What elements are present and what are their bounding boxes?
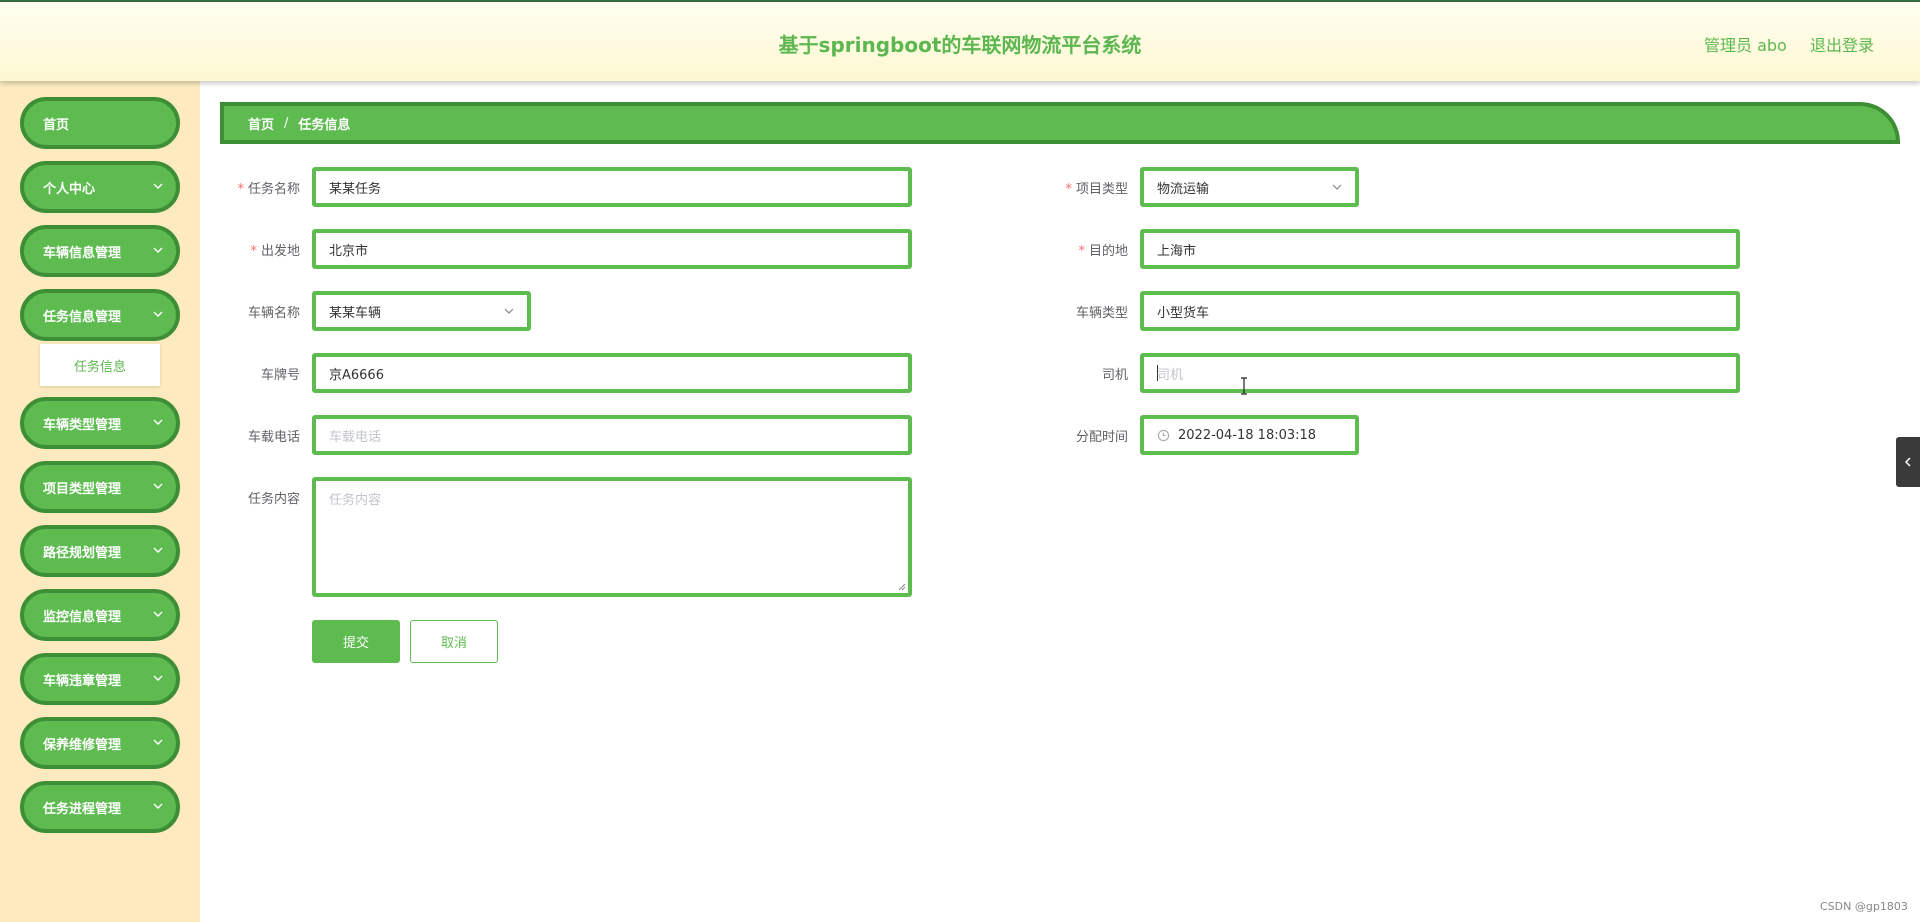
chevron-down-icon (504, 308, 514, 314)
watermark: CSDN @gp1803 (1820, 900, 1908, 913)
destination-label: * 目的地 (1078, 244, 1128, 259)
sidebar-item-label: 路径规划管理 (43, 545, 122, 561)
breadcrumb-home[interactable]: 首页 (248, 114, 274, 133)
sidebar-item-label: 监控信息管理 (43, 609, 122, 625)
chevron-down-icon (153, 611, 163, 617)
app-title: 基于springboot的车联网物流平台系统 (778, 33, 1142, 57)
text-caret (1157, 365, 1158, 381)
sidebar-item-label: 车辆违章管理 (43, 673, 122, 689)
vehicle-name-label: 车辆名称 (247, 306, 300, 321)
side-panel-toggle[interactable] (1896, 437, 1920, 487)
top-header: 基于springboot的车联网物流平台系统 管理员 abo 退出登录 (0, 0, 1920, 81)
content-textarea[interactable]: 任务内容 (312, 477, 912, 597)
phone-placeholder: 车载电话 (329, 429, 382, 445)
sidebar-item-label: 任务信息管理 (43, 309, 122, 325)
assign-time-label: 分配时间 (1075, 430, 1128, 445)
sidebar-item-label: 车辆类型管理 (43, 417, 122, 433)
admin-user-label: 管理员 abo (1704, 36, 1787, 55)
sidebar-item-task-info[interactable]: 任务信息管理 (20, 289, 180, 341)
clock-icon (1157, 429, 1170, 441)
origin-input[interactable]: 北京市 (312, 229, 912, 269)
logout-link[interactable]: 退出登录 (1810, 32, 1874, 56)
phone-input[interactable]: 车载电话 (312, 415, 912, 455)
chevron-down-icon (153, 183, 163, 189)
sidebar: 首页 个人中心 车辆信息管理 任务信息管理 任务信息 车辆类型管理 项目类型管理… (0, 81, 200, 922)
plate-input[interactable]: 京A6666 (312, 353, 912, 393)
origin-label: * 出发地 (250, 244, 300, 259)
sidebar-item-route-planning[interactable]: 路径规划管理 (20, 525, 180, 577)
sidebar-subitem-label: 任务信息 (73, 359, 126, 375)
breadcrumb: 首页 / 任务信息 (220, 102, 1900, 144)
chevron-down-icon (1332, 184, 1342, 190)
sidebar-item-maintenance[interactable]: 保养维修管理 (20, 717, 180, 769)
sidebar-item-monitoring[interactable]: 监控信息管理 (20, 589, 180, 641)
chevron-down-icon (153, 803, 163, 809)
sidebar-item-personal-center[interactable]: 个人中心 (20, 161, 180, 213)
chevron-down-icon (153, 311, 163, 317)
project-type-label: * 项目类型 (1065, 182, 1128, 197)
destination-input[interactable]: 上海市 (1140, 229, 1740, 269)
chevron-down-icon (153, 247, 163, 253)
driver-input[interactable]: 司机 (1140, 353, 1740, 393)
driver-placeholder: 司机 (1157, 367, 1184, 383)
task-name-label: * 任务名称 (237, 182, 300, 197)
sidebar-item-project-type[interactable]: 项目类型管理 (20, 461, 180, 513)
task-name-input[interactable]: 某某任务 (312, 167, 912, 207)
sidebar-item-label: 车辆信息管理 (43, 245, 122, 261)
vehicle-name-select[interactable]: 某某车辆 (312, 291, 531, 331)
sidebar-subitem-task-info[interactable]: 任务信息 (40, 344, 160, 386)
submit-button[interactable]: 提交 (312, 620, 400, 663)
content-label: 任务内容 (247, 492, 300, 507)
vehicle-type-input[interactable]: 小型货车 (1140, 291, 1740, 331)
sidebar-item-label: 个人中心 (43, 181, 96, 197)
sidebar-item-task-progress[interactable]: 任务进程管理 (20, 781, 180, 833)
chevron-down-icon (153, 419, 163, 425)
driver-label: 司机 (1101, 368, 1128, 383)
breadcrumb-current: 任务信息 (298, 117, 351, 133)
chevron-down-icon (153, 483, 163, 489)
content-placeholder: 任务内容 (329, 493, 382, 508)
chevron-down-icon (153, 675, 163, 681)
sidebar-item-label: 任务进程管理 (43, 801, 122, 817)
sidebar-item-home[interactable]: 首页 (20, 97, 180, 149)
sidebar-item-label: 项目类型管理 (43, 481, 122, 497)
assign-time-picker[interactable]: 2022-04-18 18:03:18 (1140, 415, 1359, 455)
sidebar-item-violations[interactable]: 车辆违章管理 (20, 653, 180, 705)
sidebar-item-label: 首页 (43, 117, 70, 133)
breadcrumb-separator: / (284, 115, 289, 131)
cancel-button[interactable]: 取消 (410, 620, 498, 663)
text-cursor-icon (1241, 377, 1247, 395)
sidebar-item-label: 保养维修管理 (43, 737, 122, 753)
resize-grip-icon[interactable] (896, 581, 906, 591)
vehicle-type-label: 车辆类型 (1075, 306, 1128, 321)
chevron-left-icon (1904, 457, 1911, 467)
project-type-select[interactable]: 物流运输 (1140, 167, 1359, 207)
sidebar-item-vehicle-type[interactable]: 车辆类型管理 (20, 397, 180, 449)
chevron-down-icon (153, 739, 163, 745)
chevron-down-icon (153, 547, 163, 553)
plate-label: 车牌号 (260, 368, 300, 383)
sidebar-item-vehicle-info[interactable]: 车辆信息管理 (20, 225, 180, 277)
phone-label: 车载电话 (247, 430, 300, 445)
